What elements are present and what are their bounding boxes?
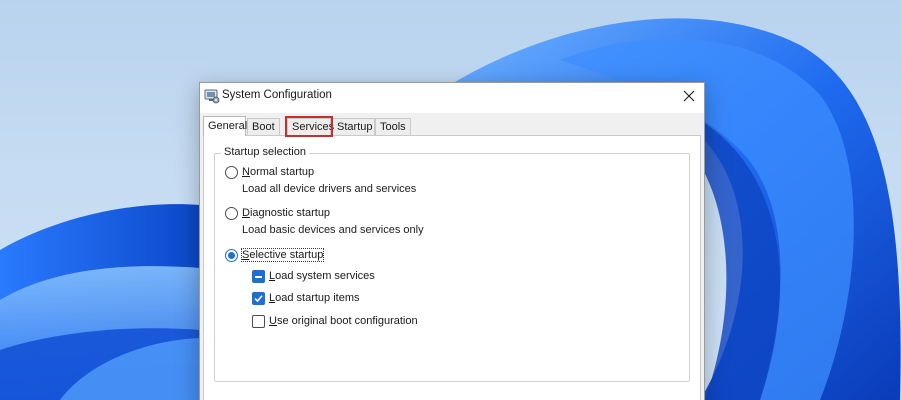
load-system-services-checkbox[interactable] [252, 270, 265, 283]
msconfig-icon [204, 89, 220, 104]
selective-startup-radio[interactable] [225, 249, 238, 262]
title-bar[interactable]: System Configuration [200, 83, 704, 113]
load-startup-items-label[interactable]: Load startup items [269, 292, 360, 304]
tab-tools[interactable]: Tools [375, 118, 411, 135]
close-icon [683, 90, 695, 102]
window-title: System Configuration [222, 89, 332, 101]
diagnostic-startup-description: Load basic devices and services only [242, 224, 424, 236]
close-button[interactable] [674, 83, 704, 109]
tab-boot[interactable]: Boot [247, 118, 280, 135]
load-system-services-label[interactable]: Load system services [269, 270, 375, 282]
tab-strip: General Boot Services Startup Tools [203, 116, 703, 137]
checkmark-icon [254, 295, 263, 303]
system-configuration-dialog: System Configuration General Boot Servic… [199, 82, 705, 400]
diagnostic-startup-radio[interactable] [225, 207, 238, 220]
tab-startup[interactable]: Startup [332, 118, 375, 135]
tab-services[interactable]: Services [285, 116, 334, 137]
use-original-boot-checkbox[interactable] [252, 315, 265, 328]
normal-startup-label[interactable]: Normal startup [242, 166, 314, 178]
use-original-boot-label[interactable]: Use original boot configuration [269, 315, 418, 327]
normal-startup-description: Load all device drivers and services [242, 183, 417, 195]
load-startup-items-checkbox[interactable] [252, 292, 265, 305]
normal-startup-radio[interactable] [225, 166, 238, 179]
diagnostic-startup-label[interactable]: Diagnostic startup [242, 207, 330, 219]
general-tab-panel: Startup selection Normal startup Load al… [203, 135, 701, 400]
tab-general[interactable]: General [203, 116, 247, 136]
selective-startup-label[interactable]: Selective startup [240, 248, 325, 262]
group-legend: Startup selection [221, 146, 309, 158]
